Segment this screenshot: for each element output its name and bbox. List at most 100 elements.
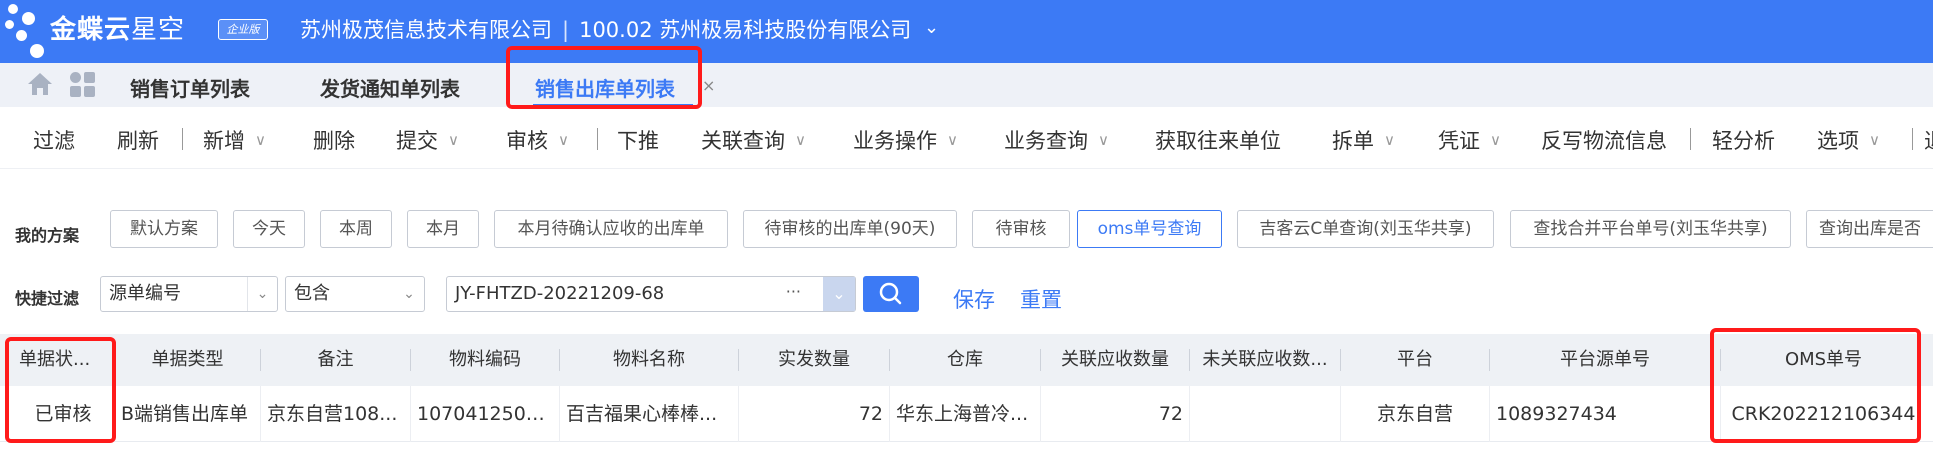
delete-button[interactable]: 删除 <box>313 125 355 155</box>
filter-button[interactable]: 过滤 <box>33 125 75 155</box>
search-icon <box>879 282 902 305</box>
save-filter-link[interactable]: 保存 <box>953 284 995 314</box>
org-left: 苏州极茂信息技术有限公司 <box>300 18 552 42</box>
quick-filter-label: 快捷过滤 <box>15 289 80 308</box>
writeback-logistics-button[interactable]: 反写物流信息 <box>1541 125 1667 155</box>
toolbar-separator <box>1912 128 1913 150</box>
col-header-linked-receivable-qty[interactable]: 关联应收数量 <box>1041 334 1189 386</box>
cell-warehouse[interactable]: 华东上海普冷... <box>890 386 1040 442</box>
search-button[interactable] <box>863 276 919 312</box>
toolbar: 过滤 刷新 新增 ∨ 删除 提交 ∨ 审核 ∨ 下推 关联查询 ∨ 业务操作 ∨ 业务查询… <box>0 107 1933 169</box>
col-header-platform[interactable]: 平台 <box>1341 334 1489 386</box>
col-header-warehouse[interactable]: 仓库 <box>890 334 1040 386</box>
cell-actual-qty[interactable]: 72 <box>739 386 889 442</box>
scheme-query-outbound[interactable]: 查询出库是否 <box>1806 210 1933 248</box>
brand-name: 金蝶云星空 <box>50 9 185 46</box>
org-right: 100.02 苏州极易科技股份有限公司 <box>579 18 912 42</box>
kingdee-logo[interactable]: 金蝶云星空 企业版 <box>0 0 290 63</box>
cell-platform-source-no[interactable]: 1089327434 <box>1490 386 1720 442</box>
options-button[interactable]: 选项 ∨ <box>1817 125 1880 155</box>
chevron-down-icon[interactable]: ⌄ <box>247 277 277 311</box>
chevron-down-icon[interactable]: ∨ <box>1490 131 1501 149</box>
toolbar-separator <box>597 128 598 150</box>
scheme-jky-c-query[interactable]: 吉客云C单查询(刘玉华共享) <box>1237 210 1494 248</box>
toolbar-separator <box>182 128 183 150</box>
col-header-platform-source-no[interactable]: 平台源单号 <box>1490 334 1720 386</box>
chevron-down-icon[interactable]: ∨ <box>1098 131 1109 149</box>
tab-strip: 销售订单列表 发货通知单列表 销售出库单列表 × <box>0 63 1933 107</box>
submit-button[interactable]: 提交 ∨ <box>396 125 459 155</box>
scheme-today[interactable]: 今天 <box>233 210 305 248</box>
cell-remark[interactable]: 京东自营108... <box>261 386 410 442</box>
scheme-this-month[interactable]: 本月 <box>407 210 479 248</box>
more-icon[interactable]: ··· <box>786 275 801 309</box>
chevron-down-icon[interactable]: ∨ <box>448 131 459 149</box>
chevron-down-icon[interactable]: ∨ <box>1869 131 1880 149</box>
logo-dot <box>16 30 27 41</box>
col-header-bill-type[interactable]: 单据类型 <box>115 334 260 386</box>
cell-unlinked-receivable-qty[interactable] <box>1190 386 1340 442</box>
cell-bill-type[interactable]: B端销售出库单 <box>115 386 260 442</box>
related-query-button[interactable]: 关联查询 ∨ <box>701 125 806 155</box>
chevron-down-icon[interactable]: ⌄ <box>924 17 939 38</box>
get-partner-button[interactable]: 获取往来单位 <box>1155 125 1281 155</box>
filter-value-input[interactable]: JY-FHTZD-20221209-68 ··· ⌄ <box>446 276 856 312</box>
chevron-down-icon[interactable]: ∨ <box>255 131 266 149</box>
cell-material-code[interactable]: 1070412500... <box>411 386 559 442</box>
light-analysis-button[interactable]: 轻分析 <box>1712 125 1775 155</box>
logo-dot <box>5 20 14 29</box>
business-operation-button[interactable]: 业务操作 ∨ <box>853 125 958 155</box>
col-header-material-code[interactable]: 物料编码 <box>411 334 559 386</box>
close-icon[interactable]: × <box>702 76 715 95</box>
table-header: 单据状... 单据类型 备注 物料编码 物料名称 实发数量 仓库 关联应收数量 … <box>0 334 1933 386</box>
scheme-oms-query[interactable]: oms单号查询 <box>1077 210 1222 248</box>
logo-dot <box>8 4 18 14</box>
refresh-button[interactable]: 刷新 <box>117 125 159 155</box>
scheme-label: 我的方案 <box>15 226 80 245</box>
split-order-button[interactable]: 拆单 ∨ <box>1332 125 1395 155</box>
home-icon[interactable] <box>26 70 54 98</box>
business-query-button[interactable]: 业务查询 ∨ <box>1004 125 1109 155</box>
annotation-box-tab <box>506 46 702 109</box>
chevron-down-icon[interactable]: ∨ <box>795 131 806 149</box>
scheme-month-pending-receivable[interactable]: 本月待确认应收的出库单 <box>494 210 728 248</box>
org-separator: | <box>562 18 570 42</box>
chevron-down-icon[interactable]: ∨ <box>947 131 958 149</box>
col-header-remark[interactable]: 备注 <box>261 334 410 386</box>
col-header-material-name[interactable]: 物料名称 <box>560 334 738 386</box>
add-button[interactable]: 新增 ∨ <box>203 125 266 155</box>
col-header-unlinked-receivable-qty[interactable]: 未关联应收数... <box>1190 334 1340 386</box>
cell-platform[interactable]: 京东自营 <box>1341 386 1489 442</box>
scheme-default[interactable]: 默认方案 <box>110 210 218 248</box>
filter-operator-select[interactable]: 包含 ⌄ <box>285 276 425 312</box>
scheme-merge-platform-no[interactable]: 查找合并平台单号(刘玉华共享) <box>1510 210 1791 248</box>
filter-field-select[interactable]: 源单编号 ⌄ <box>100 276 278 312</box>
table-row[interactable]: 已审核 B端销售出库单 京东自营108... 1070412500... 百吉福… <box>0 386 1933 442</box>
chevron-down-icon[interactable]: ∨ <box>1384 131 1395 149</box>
filter-operator-value: 包含 <box>294 283 330 304</box>
org-switcher[interactable]: 苏州极茂信息技术有限公司 | 100.02 苏州极易科技股份有限公司 <box>300 14 911 44</box>
filter-value-text: JY-FHTZD-20221209-68 <box>455 283 665 304</box>
tab-delivery-notice-list[interactable]: 发货通知单列表 <box>320 73 460 102</box>
tab-sales-order-list[interactable]: 销售订单列表 <box>130 73 250 102</box>
chevron-down-icon[interactable]: ∨ <box>558 131 569 149</box>
reset-filter-link[interactable]: 重置 <box>1020 284 1062 314</box>
return-button[interactable]: 退 <box>1924 125 1933 155</box>
cell-linked-receivable-qty[interactable]: 72 <box>1041 386 1189 442</box>
brand-bold: 金蝶云 <box>50 15 132 45</box>
annotation-box-oms <box>1710 328 1921 443</box>
scheme-pending-audit-90[interactable]: 待审核的出库单(90天) <box>743 210 957 248</box>
edition-badge: 企业版 <box>218 19 268 40</box>
toolbar-separator <box>1690 128 1691 150</box>
double-chevron-down-icon[interactable]: ⌄ <box>823 277 855 311</box>
push-down-button[interactable]: 下推 <box>617 125 659 155</box>
chevron-down-icon[interactable]: ⌄ <box>394 277 424 311</box>
audit-button[interactable]: 审核 ∨ <box>506 125 569 155</box>
logo-dot <box>22 12 35 25</box>
col-header-actual-qty[interactable]: 实发数量 <box>739 334 889 386</box>
scheme-this-week[interactable]: 本周 <box>320 210 392 248</box>
cell-material-name[interactable]: 百吉福果心棒棒... <box>560 386 738 442</box>
voucher-button[interactable]: 凭证 ∨ <box>1438 125 1501 155</box>
app-grid-icon[interactable] <box>70 72 96 98</box>
scheme-pending-audit[interactable]: 待审核 <box>972 210 1070 248</box>
